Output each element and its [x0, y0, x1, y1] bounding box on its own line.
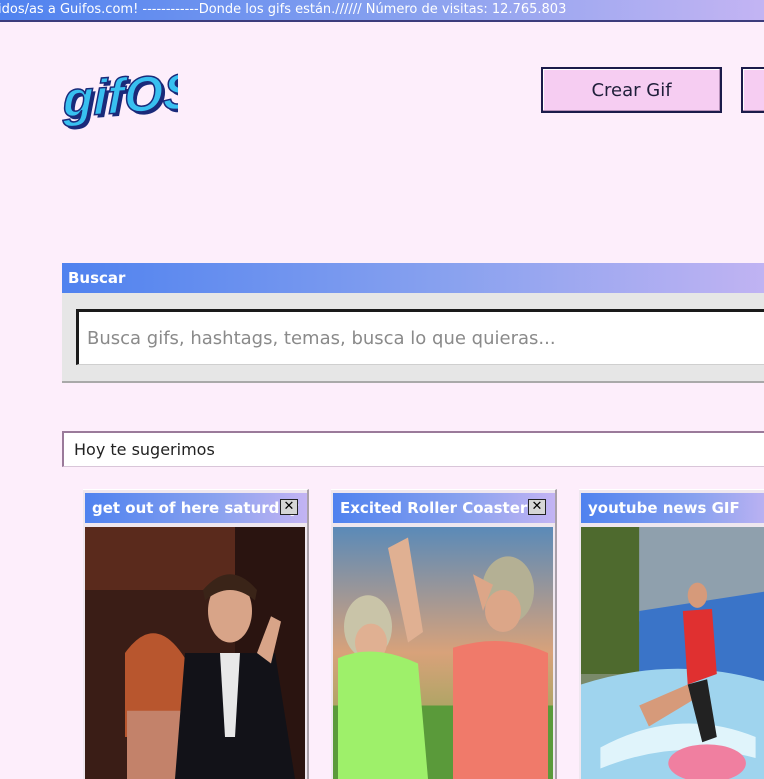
suggested-gif-card[interactable]: Excited Roller Coaster ✕	[331, 489, 557, 779]
search-input[interactable]	[76, 309, 764, 365]
card-title: Excited Roller Coaster	[333, 493, 555, 523]
dropdown-button[interactable]	[741, 67, 764, 113]
create-gif-button[interactable]: Crear Gif	[541, 67, 722, 113]
gif-image[interactable]	[333, 527, 553, 779]
marquee-text: idos/as a Guifos.com! ------------Donde …	[0, 2, 566, 17]
welcome-marquee: idos/as a Guifos.com! ------------Donde …	[0, 0, 764, 22]
svg-text:gifOS: gifOS	[62, 70, 178, 128]
gifos-logo[interactable]: gifOS gifOS	[62, 70, 178, 130]
gif-image[interactable]	[581, 527, 764, 779]
card-title: youtube news GIF	[581, 493, 764, 523]
close-icon[interactable]: ✕	[528, 499, 546, 515]
suggested-gif-card[interactable]: get out of here saturday ✕	[83, 489, 309, 779]
suggestions-title: Hoy te sugerimos	[62, 431, 764, 467]
search-panel: Buscar	[62, 263, 764, 383]
logo-image: gifOS gifOS	[62, 70, 178, 130]
card-title: get out of here saturday	[85, 493, 307, 523]
search-title: Buscar	[62, 263, 764, 293]
gif-image[interactable]	[85, 527, 305, 779]
close-icon[interactable]: ✕	[280, 499, 298, 515]
suggested-gif-card[interactable]: youtube news GIF	[579, 489, 764, 779]
